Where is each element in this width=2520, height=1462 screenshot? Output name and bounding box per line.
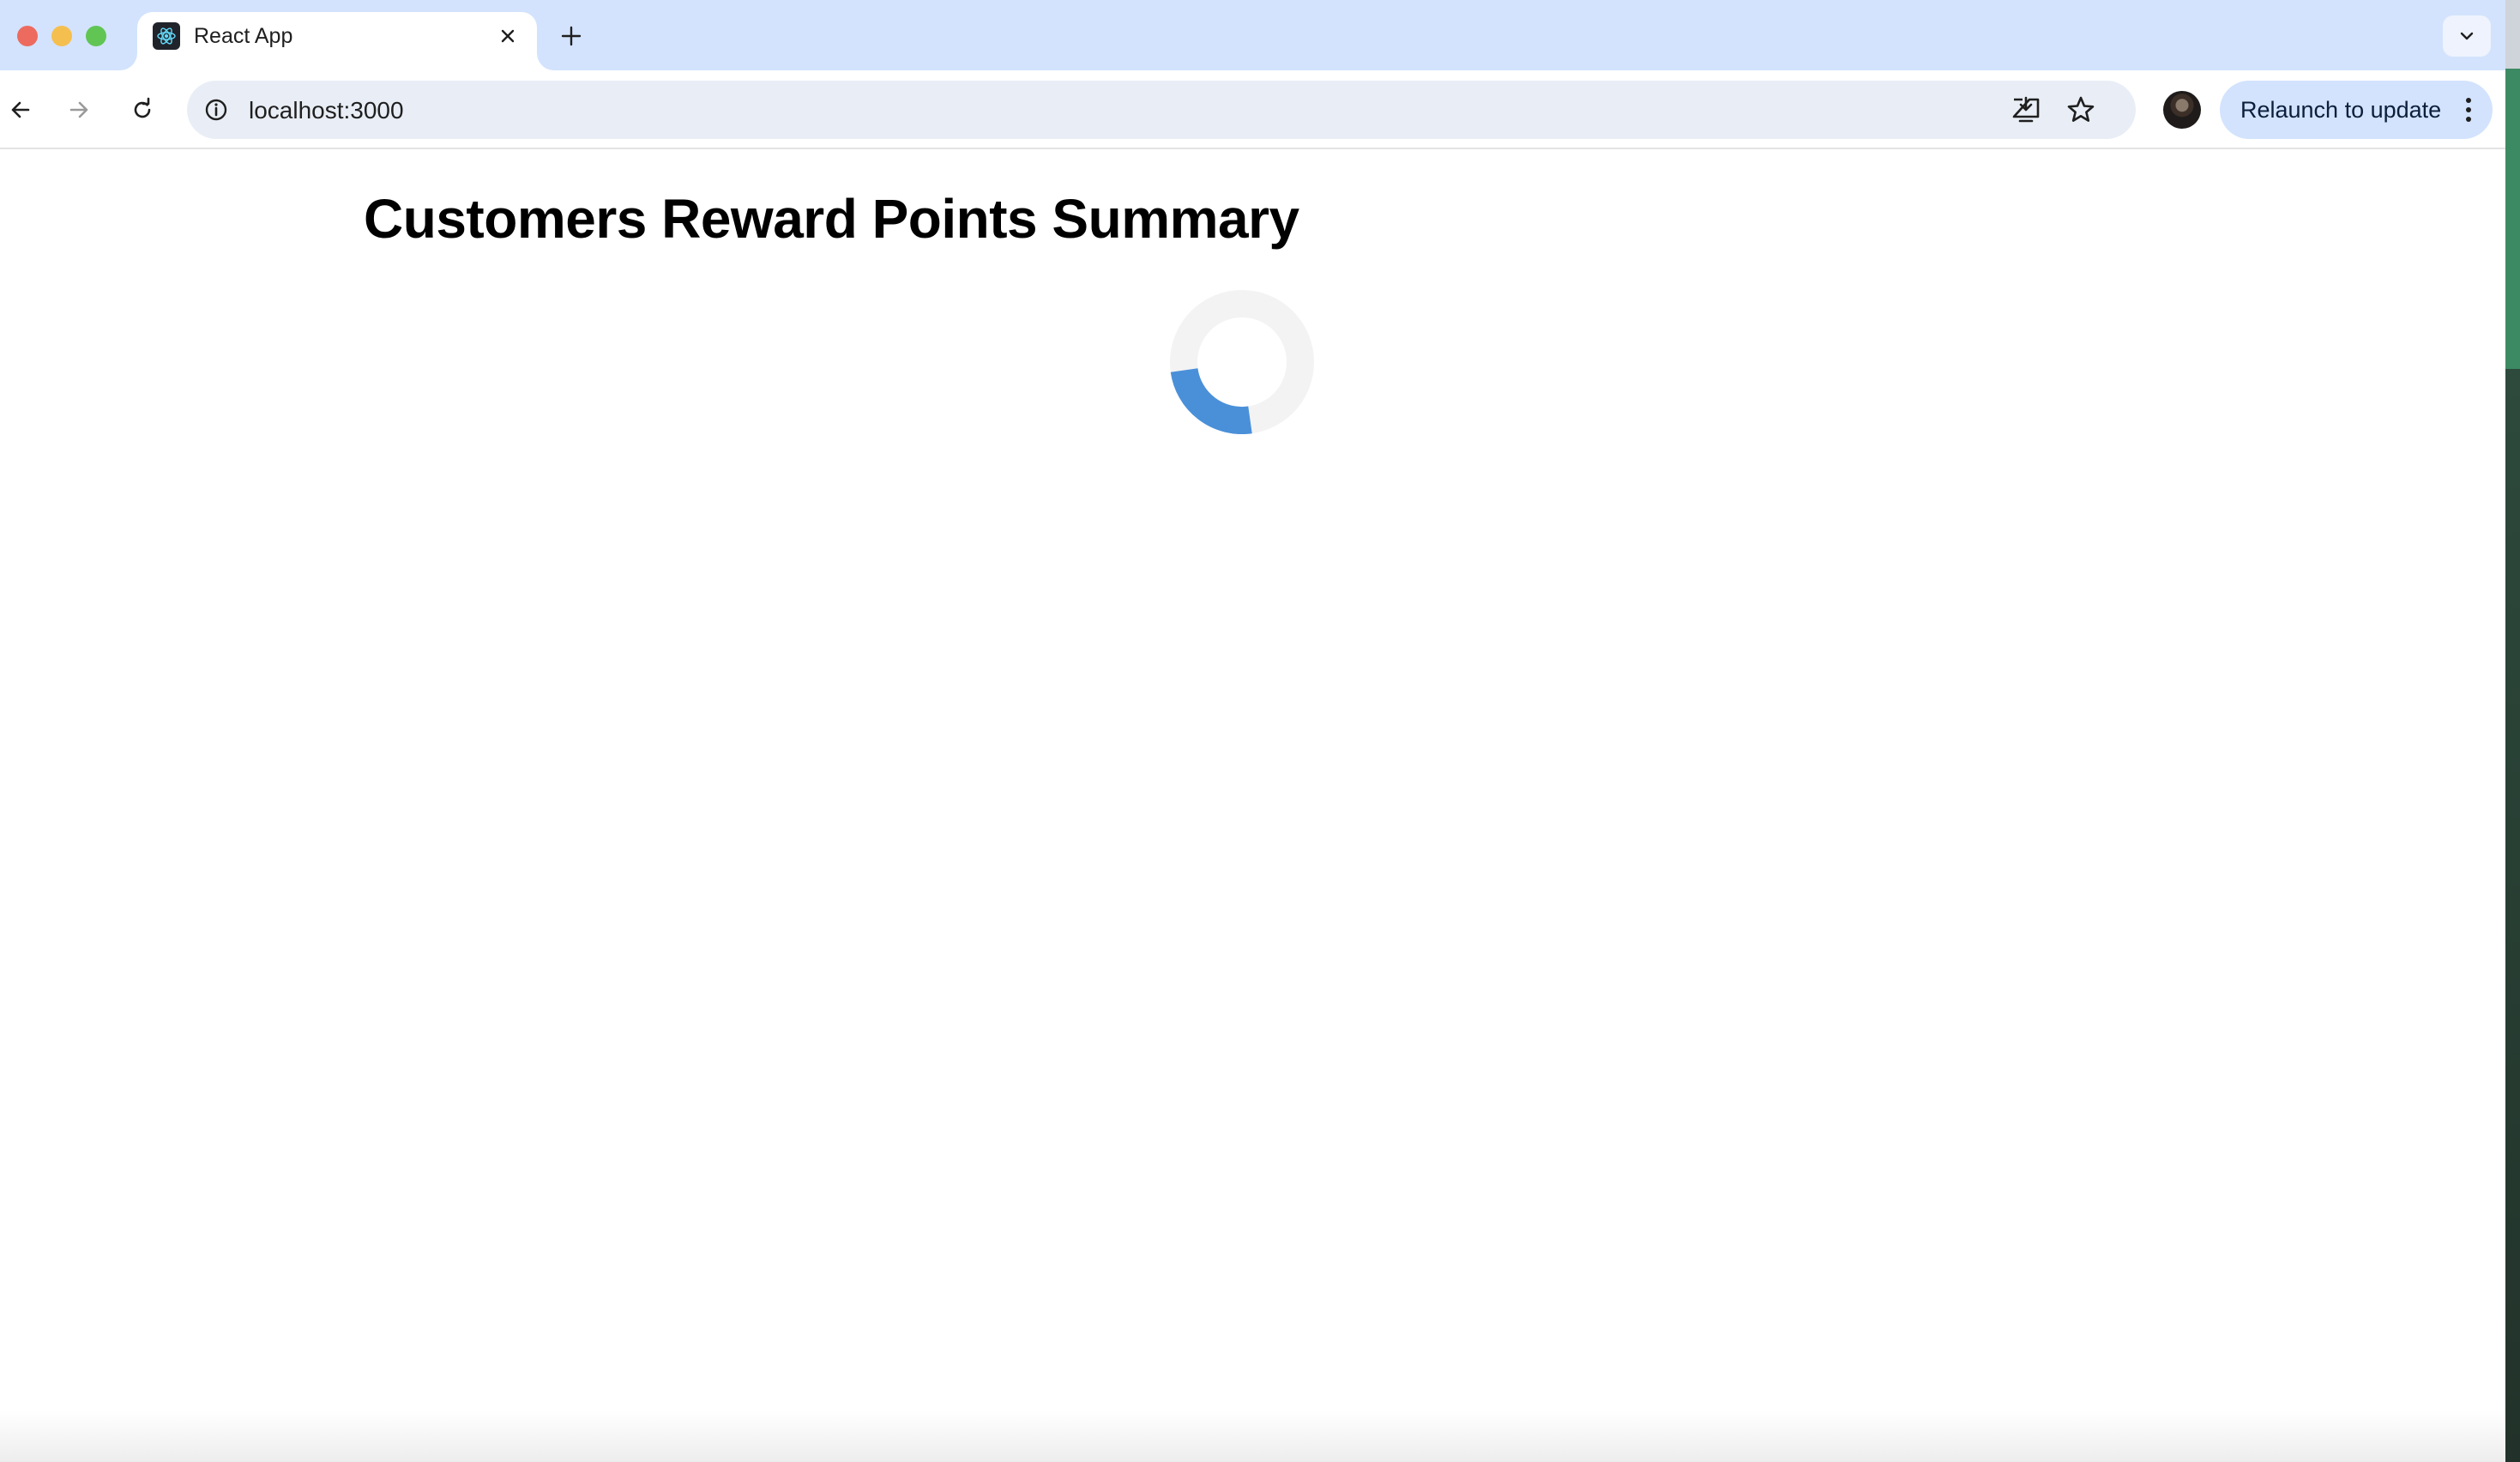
page-title: Customers Reward Points Summary [364,188,1299,250]
close-window-button[interactable] [17,26,38,46]
bottom-shadow [0,1411,2505,1462]
tab-react-app[interactable]: React App [137,12,537,70]
browser-toolbar: localhost:3000 Relaunch to update [0,70,2505,149]
reload-icon[interactable] [122,89,163,130]
react-logo-icon [153,22,180,50]
new-tab-plus-icon[interactable] [554,19,588,53]
page-content: Customers Reward Points Summary [0,151,2505,1462]
tab-strip: React App [0,0,2505,70]
loading-spinner-icon [1170,290,1314,434]
site-info-icon[interactable] [201,94,232,125]
profile-avatar[interactable] [2163,91,2201,129]
tab-close-icon[interactable] [492,21,523,51]
back-arrow-icon[interactable] [0,89,41,130]
address-bar[interactable]: localhost:3000 [187,81,2136,139]
relaunch-to-update-button[interactable]: Relaunch to update [2220,81,2493,139]
tab-search-chevron-down-icon[interactable] [2443,15,2491,57]
maximize-window-button[interactable] [86,26,106,46]
relaunch-label: Relaunch to update [2240,97,2442,123]
desktop-background [2505,0,2520,1462]
address-bar-url: localhost:3000 [249,97,404,124]
bookmark-star-icon[interactable] [2064,93,2098,127]
browser-window: React App localhost:3000 Relaunch to upd… [0,0,2505,1462]
more-vertical-icon[interactable] [2453,94,2484,125]
install-app-icon[interactable] [2009,93,2043,127]
forward-arrow-icon[interactable] [58,89,99,130]
minimize-window-button[interactable] [51,26,72,46]
tab-title: React App [194,24,293,48]
